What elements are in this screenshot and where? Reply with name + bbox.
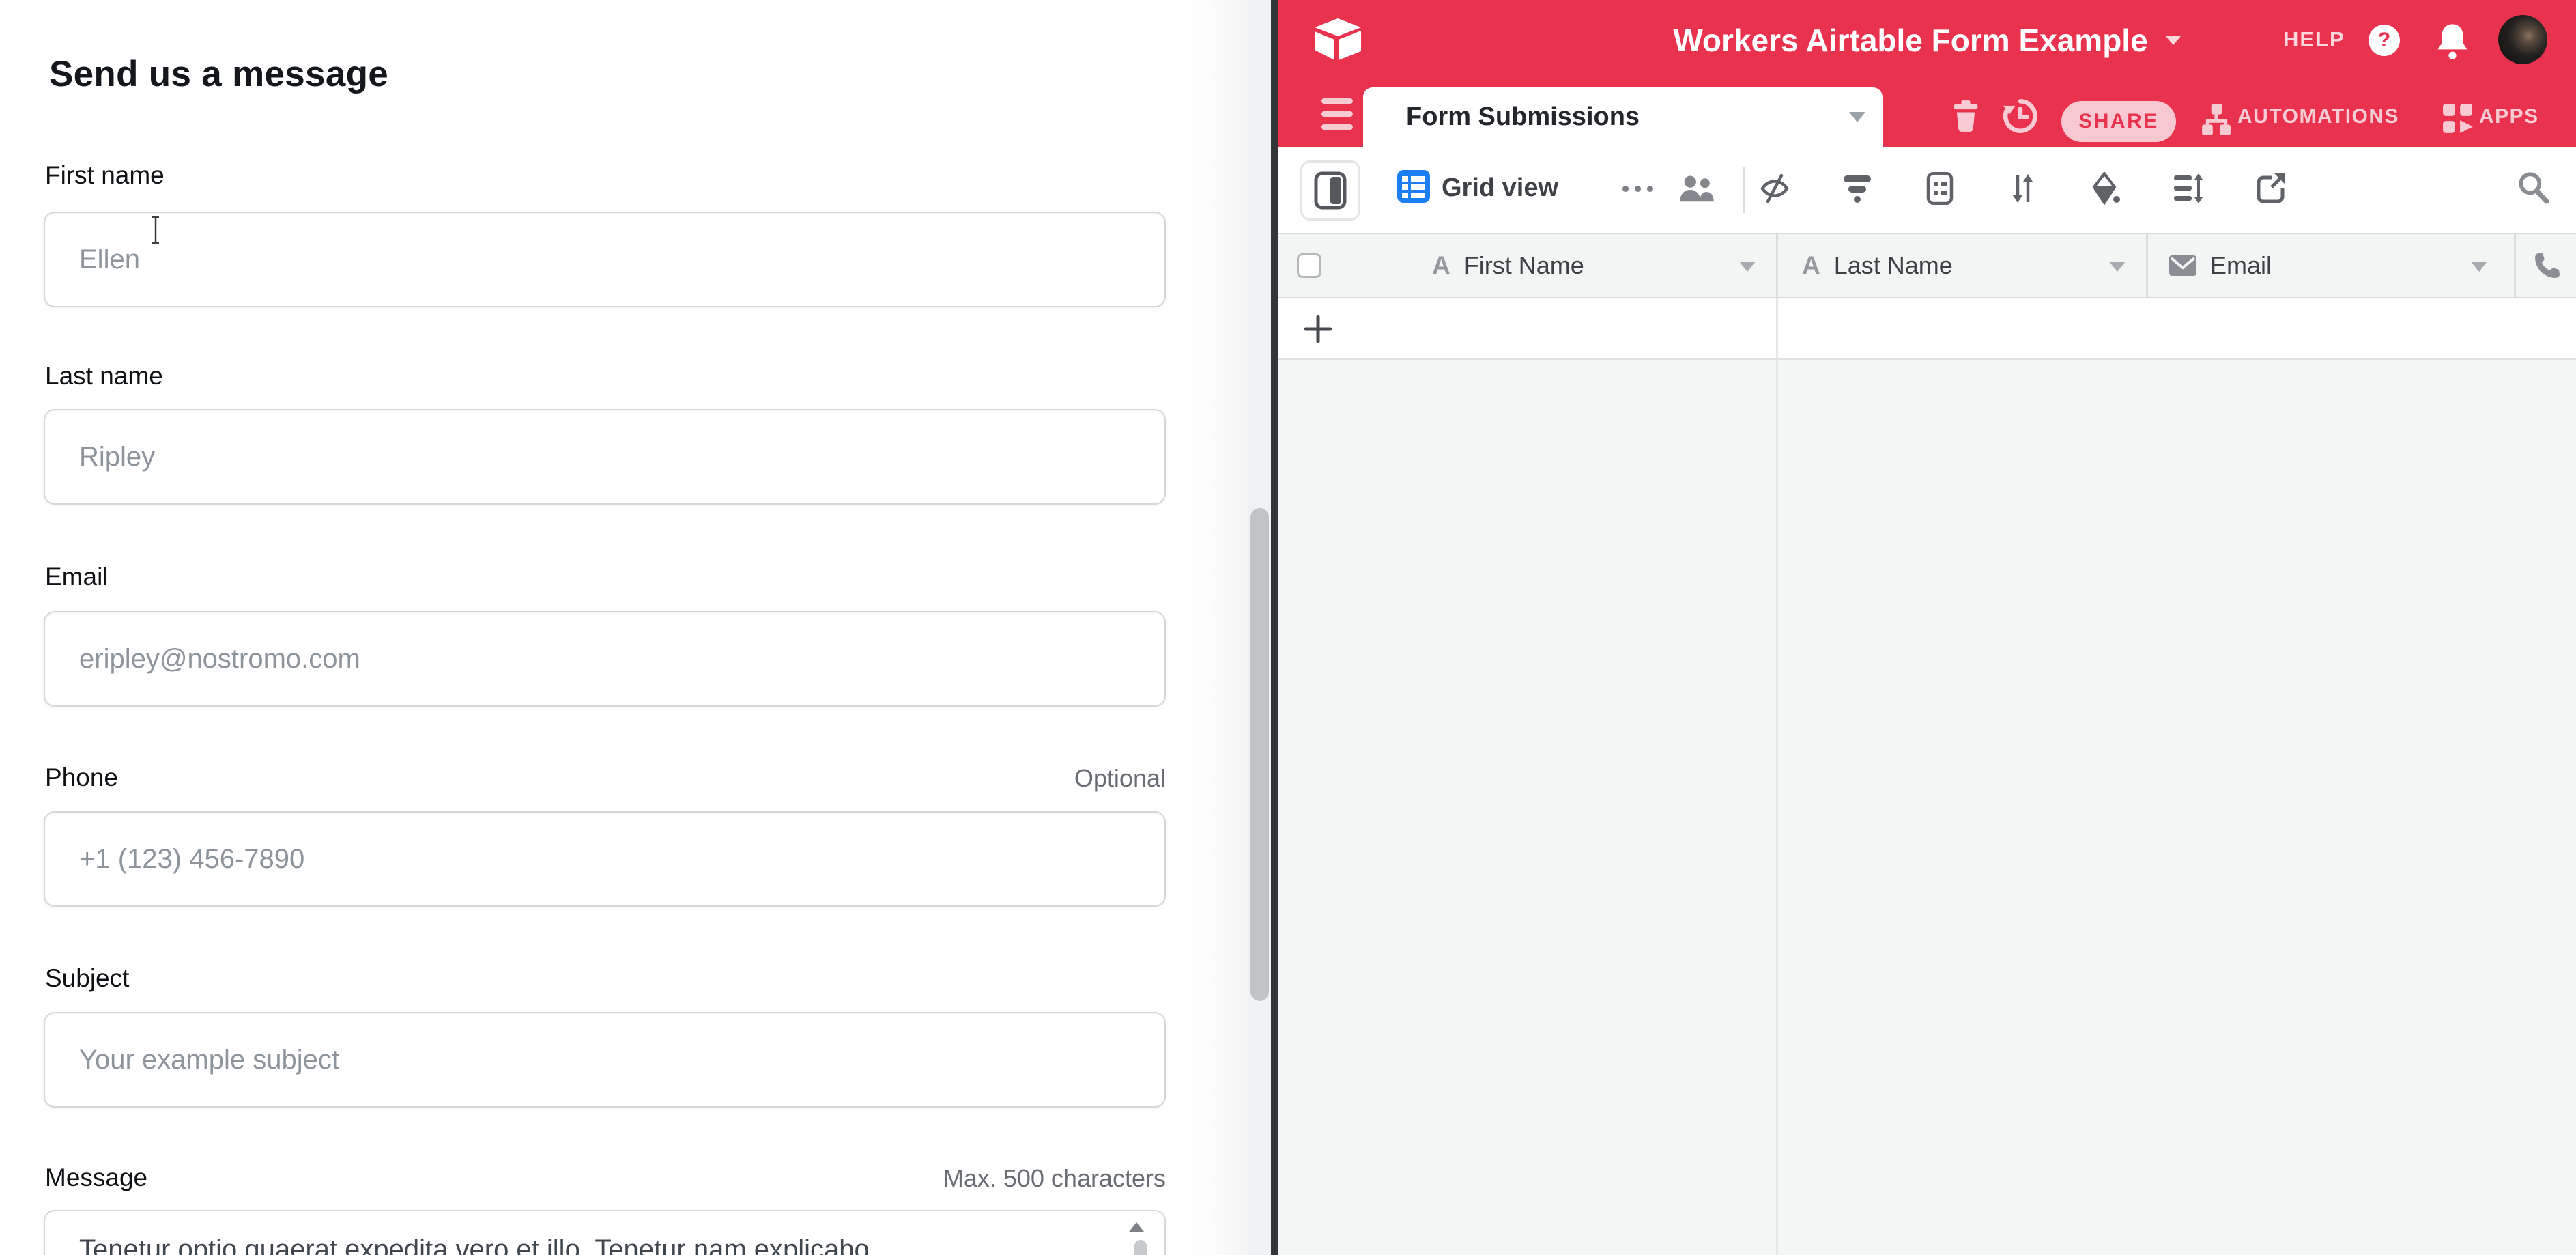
email-field-type-icon <box>2169 255 2196 276</box>
table-tab-label: Form Submissions <box>1406 102 1640 132</box>
chevron-down-icon[interactable] <box>2109 262 2126 272</box>
chevron-down-icon <box>1849 112 1865 122</box>
column-header-last-name[interactable]: A Last Name <box>1802 234 1953 297</box>
select-all-checkbox[interactable] <box>1297 253 1321 278</box>
view-sidebar-toggle-button[interactable] <box>1300 160 1360 221</box>
collaborators-icon[interactable] <box>1678 172 1716 208</box>
airtable-tabbar: Form Submissions SHARE AUTOMATIONS <box>1278 81 2576 147</box>
message-text: Tenetur optio quaerat expedita vero et i… <box>79 1235 870 1255</box>
phone-label: Phone <box>45 763 118 792</box>
first-name-label: First name <box>45 161 164 190</box>
filter-icon[interactable] <box>1842 172 1873 205</box>
panel-toggle-icon <box>1313 171 1347 210</box>
apps-button[interactable]: APPS <box>2479 105 2539 128</box>
automations-icon[interactable] <box>2201 102 2232 137</box>
first-name-input[interactable] <box>44 212 1166 307</box>
row-height-icon[interactable] <box>2173 172 2204 205</box>
search-icon[interactable] <box>2516 169 2550 205</box>
help-button[interactable]: HELP <box>2283 27 2345 52</box>
subject-label: Subject <box>45 964 129 993</box>
email-input[interactable] <box>44 611 1166 707</box>
page-scrollbar-thumb[interactable] <box>1250 508 1269 1001</box>
group-icon[interactable] <box>1924 172 1956 205</box>
phone-input[interactable] <box>44 811 1166 907</box>
grid-view-icon[interactable] <box>1397 170 1430 203</box>
message-textarea[interactable]: Tenetur optio quaerat expedita vero et i… <box>44 1210 1166 1255</box>
text-field-type-icon: A <box>1432 251 1450 280</box>
column-header-phone[interactable]: Phone <box>2534 234 2576 297</box>
message-max-hint: Max. 500 characters <box>943 1164 1166 1193</box>
airtable-pane: Workers Airtable Form Example HELP ? For… <box>1278 0 2576 1255</box>
sort-icon[interactable] <box>2007 172 2038 205</box>
text-field-type-icon: A <box>1802 251 1820 280</box>
airtable-topbar: Workers Airtable Form Example HELP ? <box>1278 0 2576 81</box>
textarea-scroll-up-icon[interactable] <box>1129 1222 1144 1232</box>
phone-optional-hint: Optional <box>1074 764 1166 793</box>
subject-input[interactable] <box>44 1012 1166 1108</box>
last-name-label: Last name <box>45 362 163 391</box>
chevron-down-icon[interactable] <box>2471 262 2487 272</box>
trash-icon[interactable] <box>1951 100 1981 132</box>
window-divider <box>1271 0 1278 1255</box>
contact-form-pane: Send us a message First name Last name E… <box>0 0 1271 1255</box>
page-scrollbar-track[interactable] <box>1248 0 1271 1255</box>
history-icon[interactable] <box>2003 98 2038 134</box>
column-header-email[interactable]: Email <box>2169 234 2272 297</box>
window-edge-shadow <box>1189 0 1248 1255</box>
automations-button[interactable]: AUTOMATIONS <box>2237 105 2399 128</box>
message-label: Message <box>45 1164 147 1192</box>
column-divider[interactable] <box>2146 234 2148 297</box>
grid-header-row: A First Name A Last Name Email <box>1278 233 2576 298</box>
tables-menu-icon[interactable] <box>1321 98 1353 130</box>
column-divider <box>1776 298 1778 358</box>
notifications-bell-icon[interactable] <box>2435 22 2470 60</box>
add-record-plus-icon[interactable] <box>1302 313 1334 345</box>
column-divider[interactable] <box>2514 234 2516 297</box>
column-header-first-name[interactable]: A First Name <box>1432 234 1584 297</box>
phone-field-type-icon <box>2534 252 2561 279</box>
color-icon[interactable] <box>2090 172 2121 205</box>
email-label: Email <box>45 563 109 591</box>
last-name-input[interactable] <box>44 409 1166 505</box>
text-cursor-icon <box>150 216 161 244</box>
base-title: Workers Airtable Form Example <box>1673 22 2147 59</box>
tab-form-submissions[interactable]: Form Submissions <box>1363 87 1883 147</box>
view-name[interactable]: Grid view <box>1442 173 1558 203</box>
share-view-icon[interactable] <box>2255 172 2287 205</box>
user-avatar[interactable] <box>2498 15 2547 64</box>
share-button[interactable]: SHARE <box>2061 101 2176 142</box>
column-divider <box>1776 360 1778 1255</box>
screen: Send us a message First name Last name E… <box>0 0 2576 1255</box>
column-divider[interactable] <box>1776 234 1778 297</box>
grid-body <box>1278 360 2576 1255</box>
apps-icon[interactable] <box>2442 102 2474 135</box>
view-options-ellipsis-icon[interactable] <box>1622 186 1653 192</box>
chevron-down-icon <box>2166 36 2181 45</box>
toolbar-divider <box>1743 167 1745 213</box>
add-record-row[interactable] <box>1278 298 2576 360</box>
view-toolbar: Grid view <box>1278 147 2576 233</box>
form-heading: Send us a message <box>49 53 388 95</box>
hide-fields-icon[interactable] <box>1759 172 1790 205</box>
chevron-down-icon[interactable] <box>1739 262 1756 272</box>
help-question-icon[interactable]: ? <box>2369 25 2400 56</box>
textarea-scrollbar-thumb[interactable] <box>1134 1240 1147 1255</box>
